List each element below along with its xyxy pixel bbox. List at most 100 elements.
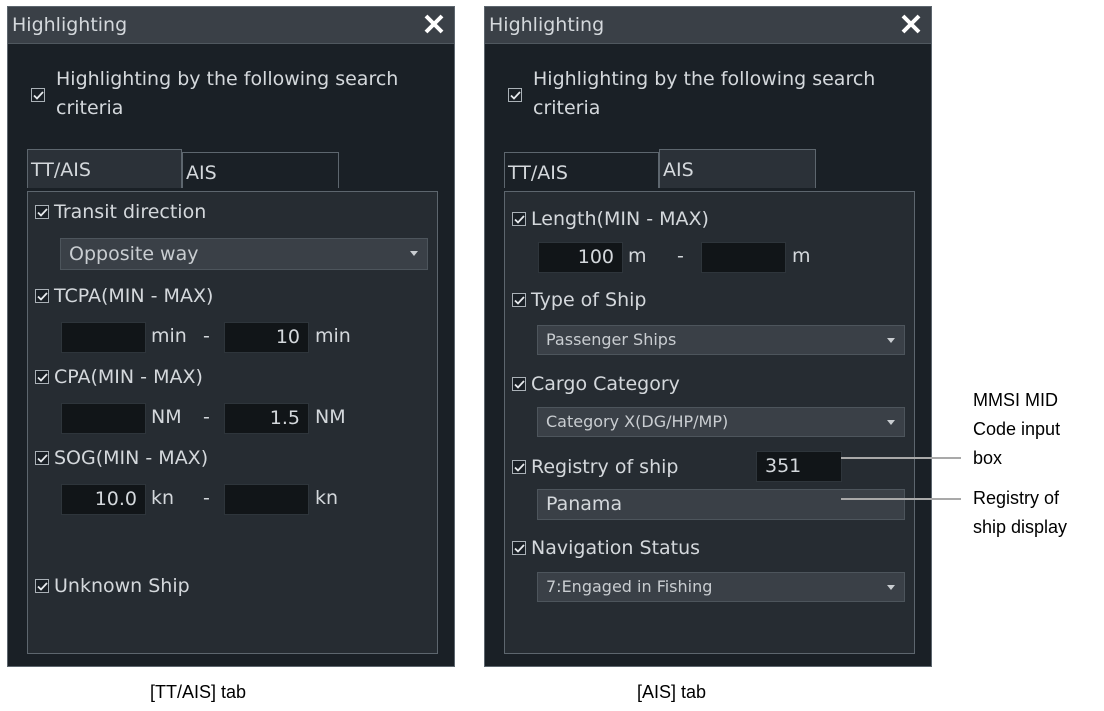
cargo-category-checkbox[interactable] — [512, 377, 526, 391]
check-icon — [36, 207, 48, 217]
cpa-max-unit: NM — [315, 406, 346, 428]
ais-tab-caption: [AIS] tab — [637, 682, 707, 702]
highlight-label: Highlighting by the following search cri… — [533, 68, 876, 119]
check-icon — [513, 214, 525, 224]
cpa-row: CPA(MIN - MAX) — [35, 366, 203, 388]
check-icon — [509, 90, 521, 100]
mmsi-callout-line-3: box — [973, 448, 1003, 468]
tab-content: Length(MIN - MAX) 100 m - m Type of Ship… — [504, 191, 915, 654]
type-of-ship-checkbox[interactable] — [512, 293, 526, 307]
transit-direction-checkbox[interactable] — [35, 205, 49, 219]
cpa-min-input[interactable] — [61, 403, 146, 434]
mmsi-callout-line-1: MMSI MID — [973, 390, 1058, 410]
tcpa-max-input[interactable]: 10 — [224, 322, 309, 353]
check-icon — [36, 453, 48, 463]
registry-callout-line — [841, 498, 961, 500]
highlight-label: Highlighting by the following search cri… — [56, 68, 399, 119]
mmsi-callout-line — [841, 457, 961, 459]
type-of-ship-label: Type of Ship — [531, 289, 647, 311]
length-row: Length(MIN - MAX) — [512, 208, 709, 230]
cpa-min-unit: NM — [151, 406, 182, 428]
highlighting-dialog-ais: Highlighting Highlighting by the followi… — [484, 6, 932, 667]
cargo-category-value: Category X(DG/HP/MP) — [546, 412, 729, 431]
tab-ais[interactable]: AIS — [659, 149, 816, 188]
cpa-max-input[interactable]: 1.5 — [224, 403, 309, 434]
length-dash: - — [677, 245, 684, 267]
tab-tt-ais[interactable]: TT/AIS — [27, 149, 182, 188]
unknown-ship-row: Unknown Ship — [35, 575, 190, 597]
check-icon — [513, 462, 525, 472]
highlighting-dialog-tt-ais: Highlighting Highlighting by the followi… — [7, 6, 455, 667]
highlight-checkbox[interactable] — [508, 88, 522, 102]
length-max-input[interactable] — [701, 242, 786, 273]
tab-ais[interactable]: AIS — [182, 152, 339, 188]
tab-content: Transit direction Opposite way TCPA(MIN … — [27, 191, 438, 654]
navigation-status-value: 7:Engaged in Fishing — [546, 577, 713, 596]
cargo-category-dropdown[interactable]: Category X(DG/HP/MP) — [537, 407, 905, 437]
registry-callout-line-2: ship display — [973, 517, 1068, 537]
check-icon — [513, 379, 525, 389]
length-label: Length(MIN - MAX) — [531, 208, 709, 230]
sog-max-input[interactable] — [224, 484, 309, 515]
sog-dash: - — [203, 487, 210, 509]
length-min-unit: m — [628, 245, 647, 267]
type-of-ship-value: Passenger Ships — [546, 330, 677, 349]
tcpa-label: TCPA(MIN - MAX) — [54, 285, 214, 307]
tt-ais-tab-caption: [TT/AIS] tab — [150, 682, 247, 702]
tcpa-checkbox[interactable] — [35, 289, 49, 303]
transit-direction-dropdown[interactable]: Opposite way — [60, 238, 428, 270]
transit-direction-value: Opposite way — [69, 243, 199, 265]
navigation-status-dropdown[interactable]: 7:Engaged in Fishing — [537, 572, 905, 602]
close-icon[interactable] — [420, 10, 448, 38]
chevron-down-icon — [887, 338, 895, 343]
registry-callout-text: Registry of ship display — [973, 484, 1067, 542]
tcpa-row: TCPA(MIN - MAX) — [35, 285, 213, 307]
tcpa-min-input[interactable] — [61, 322, 146, 353]
navigation-status-label: Navigation Status — [531, 537, 701, 559]
tcpa-dash: - — [203, 325, 210, 347]
navigation-status-checkbox[interactable] — [512, 541, 526, 555]
type-of-ship-dropdown[interactable]: Passenger Ships — [537, 325, 905, 355]
sog-checkbox[interactable] — [35, 451, 49, 465]
tab-tt-ais[interactable]: TT/AIS — [504, 152, 659, 188]
highlight-checkbox[interactable] — [31, 88, 45, 102]
cpa-label: CPA(MIN - MAX) — [54, 366, 203, 388]
type-of-ship-row: Type of Ship — [512, 289, 646, 311]
check-icon — [36, 581, 48, 591]
check-icon — [513, 295, 525, 305]
cpa-checkbox[interactable] — [35, 370, 49, 384]
transit-direction-row: Transit direction — [35, 201, 206, 223]
sog-min-input[interactable]: 10.0 — [61, 484, 146, 515]
unknown-ship-label: Unknown Ship — [54, 575, 190, 597]
cargo-category-label: Cargo Category — [531, 373, 680, 395]
length-max-unit: m — [792, 245, 811, 267]
mmsi-mid-code-input[interactable]: 351 — [756, 451, 842, 482]
title-bar: Highlighting — [485, 7, 931, 44]
registry-display: Panama — [537, 489, 905, 520]
registry-checkbox[interactable] — [512, 460, 526, 474]
cargo-category-row: Cargo Category — [512, 373, 680, 395]
navigation-status-row: Navigation Status — [512, 537, 700, 559]
registry-row: Registry of ship — [512, 456, 678, 478]
tcpa-max-unit: min — [315, 325, 351, 347]
close-icon[interactable] — [897, 10, 925, 38]
check-icon — [36, 372, 48, 382]
mmsi-callout-line-2: Code input — [973, 419, 1061, 439]
sog-min-unit: kn — [151, 487, 175, 509]
tcpa-min-unit: min — [151, 325, 187, 347]
mmsi-callout-text: MMSI MID Code input box — [973, 386, 1060, 473]
length-min-input[interactable]: 100 — [538, 242, 623, 273]
registry-callout-line-1: Registry of — [973, 488, 1060, 508]
length-checkbox[interactable] — [512, 212, 526, 226]
sog-max-unit: kn — [315, 487, 339, 509]
sog-label: SOG(MIN - MAX) — [54, 447, 209, 469]
chevron-down-icon — [410, 251, 418, 256]
check-icon — [36, 291, 48, 301]
registry-label: Registry of ship — [531, 456, 679, 478]
dialog-title: Highlighting — [489, 14, 605, 36]
dialog-title: Highlighting — [12, 14, 128, 36]
check-icon — [513, 543, 525, 553]
unknown-ship-checkbox[interactable] — [35, 579, 49, 593]
sog-row: SOG(MIN - MAX) — [35, 447, 208, 469]
cpa-dash: - — [203, 406, 210, 428]
